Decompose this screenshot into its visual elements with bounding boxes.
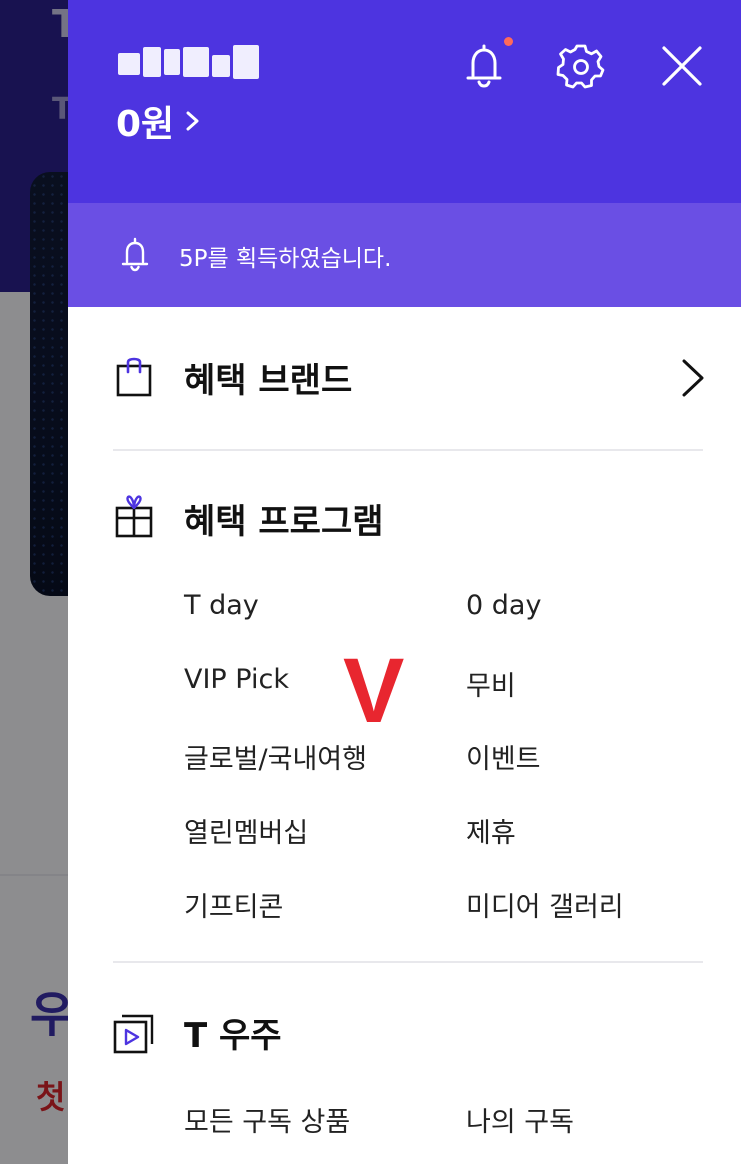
section-divider [113,961,703,963]
close-button[interactable] [656,40,708,92]
user-name-blurred: •••• [118,42,263,82]
menu-item-all-subscriptions[interactable]: 모든 구독 상품 [184,1100,350,1139]
menu-item-0-day[interactable]: 0 day [466,590,541,621]
menu-item-media-gallery[interactable]: 미디어 갤러리 [466,885,624,924]
menu-item-event[interactable]: 이벤트 [466,737,541,776]
bell-icon [121,237,149,272]
gift-icon [115,495,153,538]
menu-item-partnership[interactable]: 제휴 [466,811,516,850]
shopping-bag-icon [116,357,152,397]
chevron-right-icon[interactable] [672,357,712,399]
section-title-program: 혜택 프로그램 [184,502,384,542]
menu-item-gifticon[interactable]: 기프티콘 [184,885,283,924]
menu-item-t-day[interactable]: T day [184,590,259,621]
chevron-right-icon [186,111,199,131]
section-title-universe: T 우주 [184,1016,282,1056]
drawer-header: •••• 0원 [68,0,741,203]
menu-item-open-membership[interactable]: 열린멤버십 [184,811,308,850]
overlay-v-mark: V [343,640,405,742]
notification-dot [504,37,513,46]
settings-button[interactable] [555,40,607,92]
menu-item-travel[interactable]: 글로벌/국내여행 [184,737,367,776]
points-link[interactable]: 0원 [116,95,204,147]
notification-banner[interactable]: 5P를 획득하였습니다. [68,203,741,307]
side-drawer: •••• 0원 [68,0,741,1164]
banner-message: 5P를 획득하였습니다. [179,246,392,272]
bell-icon [466,44,502,88]
subscription-play-icon [113,1014,154,1054]
section-divider [113,449,703,451]
close-icon [662,46,702,86]
notification-button[interactable] [458,40,510,92]
menu-item-my-subscriptions[interactable]: 나의 구독 [466,1100,574,1139]
section-title-brand[interactable]: 혜택 브랜드 [184,353,352,402]
menu-item-vip-pick[interactable]: VIP Pick [184,664,289,695]
menu-item-movie[interactable]: 무비 [466,664,516,703]
points-value: 0원 [116,104,175,145]
gear-icon [556,44,605,89]
